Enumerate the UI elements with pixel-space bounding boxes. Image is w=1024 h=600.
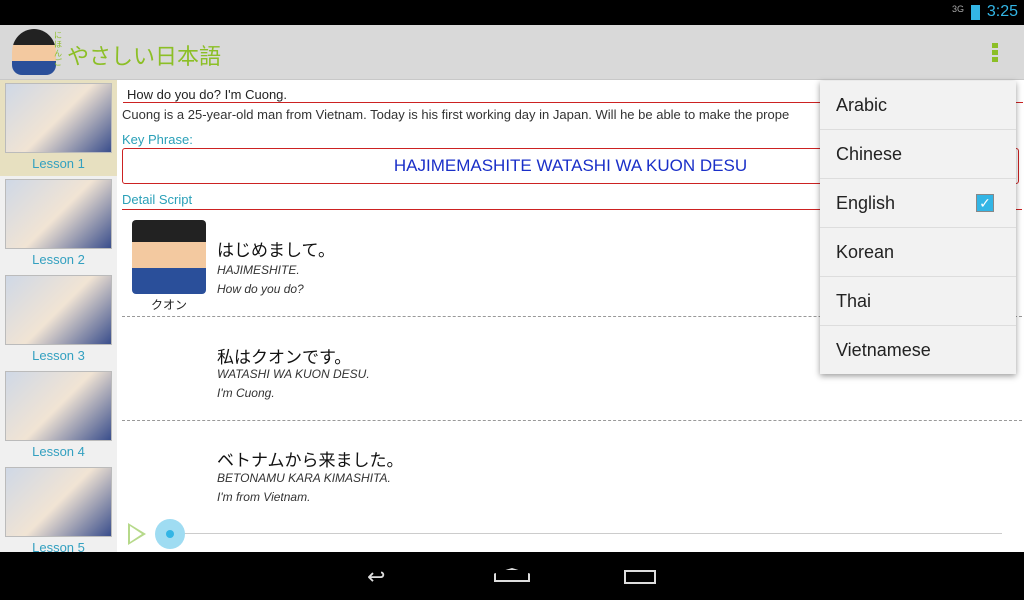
lesson-thumbnail	[5, 83, 112, 153]
language-option-vietnamese[interactable]: Vietnamese	[820, 326, 1016, 375]
script-romaji: BETONAMU KARA KIMASHITA.	[217, 471, 391, 485]
script-japanese[interactable]: はじめまして。	[217, 236, 335, 261]
lesson-description: Cuong is a 25-year-old man from Vietnam.…	[122, 107, 790, 122]
option-label: Korean	[836, 242, 895, 262]
lesson-item[interactable]: Lesson 4	[0, 368, 117, 464]
lesson-label: Lesson 3	[32, 348, 85, 363]
play-icon[interactable]	[128, 523, 146, 545]
lesson-item[interactable]: Lesson 3	[0, 272, 117, 368]
script-japanese[interactable]: 私はクオンです。	[217, 343, 351, 368]
lesson-label: Lesson 2	[32, 252, 85, 267]
divider	[122, 420, 1022, 421]
lesson-heading: How do you do? I'm Cuong.	[127, 87, 288, 102]
lesson-thumbnail	[5, 371, 112, 441]
script-japanese[interactable]: ベトナムから来ました。	[217, 446, 404, 471]
option-label: Arabic	[836, 95, 888, 115]
option-label: Chinese	[836, 144, 903, 164]
speaker-name: クオン	[150, 298, 187, 312]
language-option-arabic[interactable]: Arabic	[820, 81, 1016, 130]
audio-seekbar[interactable]	[169, 533, 1002, 534]
script-romaji: HAJIMESHITE.	[217, 263, 300, 277]
script-english: I'm Cuong.	[217, 386, 275, 400]
speaker-avatar	[132, 220, 206, 294]
lesson-label: Lesson 5	[32, 540, 85, 552]
language-option-korean[interactable]: Korean	[820, 228, 1016, 277]
app-logo[interactable]	[12, 29, 56, 75]
option-label: Vietnamese	[836, 340, 931, 360]
script-english: How do you do?	[217, 282, 304, 296]
script-romaji: WATASHI WA KUON DESU.	[217, 367, 370, 381]
option-label: English	[836, 193, 896, 213]
language-option-chinese[interactable]: Chinese	[820, 130, 1016, 179]
lesson-item[interactable]: Lesson 1	[0, 80, 117, 176]
furigana: にほんご	[54, 31, 62, 67]
app-title: やさしい日本語	[67, 44, 222, 69]
detail-script-label: Detail Script	[122, 192, 193, 207]
lesson-list[interactable]: Lesson 1 Lesson 2 Lesson 3 Lesson 4 Less…	[0, 80, 117, 552]
language-option-thai[interactable]: Thai	[820, 277, 1016, 326]
lesson-thumbnail	[5, 275, 112, 345]
app-bar: にほんご やさしい日本語	[0, 25, 1024, 80]
back-icon[interactable]: ↩	[367, 564, 385, 590]
network-indicator: 3G	[951, 4, 964, 14]
status-bar: 3G 3:25	[0, 0, 1024, 25]
recent-apps-icon[interactable]	[624, 570, 656, 584]
lesson-item[interactable]: Lesson 2	[0, 176, 117, 272]
lesson-thumbnail	[5, 467, 112, 537]
lesson-label: Lesson 1	[32, 156, 85, 171]
checkbox-checked-icon[interactable]: ✓	[976, 194, 994, 212]
lesson-thumbnail	[5, 179, 112, 249]
key-phrase-label: Key Phrase:	[122, 132, 193, 147]
overflow-menu-icon[interactable]	[992, 43, 998, 64]
battery-icon	[971, 5, 980, 20]
lesson-item[interactable]: Lesson 5	[0, 464, 117, 552]
navigation-bar: ↩	[0, 552, 1024, 600]
language-menu: Arabic Chinese English ✓ Korean Thai Viet…	[820, 81, 1016, 374]
option-label: Thai	[836, 291, 872, 311]
language-option-english[interactable]: English ✓	[820, 179, 1016, 228]
home-icon[interactable]	[494, 568, 530, 582]
clock: 3:25	[986, 3, 1018, 20]
script-english: I'm from Vietnam.	[217, 490, 311, 504]
seekbar-thumb[interactable]	[155, 519, 185, 549]
lesson-label: Lesson 4	[32, 444, 85, 459]
